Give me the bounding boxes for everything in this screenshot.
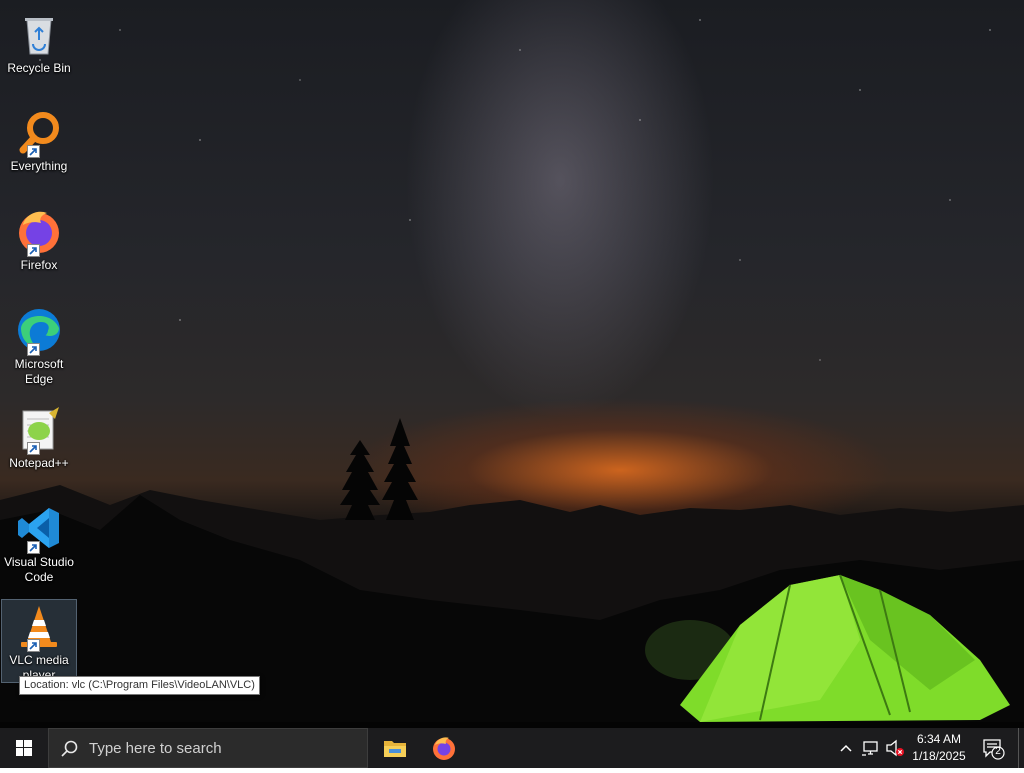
notification-count-badge: 2 (995, 746, 1001, 757)
search-placeholder: Type here to search (89, 740, 222, 757)
network-icon (862, 741, 878, 756)
desktop-icon-visual-studio-code[interactable]: Visual Studio Code (2, 498, 76, 585)
wallpaper-landscape (0, 418, 1024, 728)
taskbar: Type here to search 6:34 AM 1/18/2025 2 (0, 728, 1024, 768)
shortcut-arrow-icon (27, 145, 40, 158)
taskbar-search-box[interactable]: Type here to search (48, 728, 368, 768)
desktop-icon-vlc-media-player[interactable]: VLC media player (1, 599, 77, 683)
desktop-icon-notepad-plus-plus[interactable]: Notepad++ (2, 399, 76, 471)
desktop-icon-label: Recycle Bin (7, 61, 71, 75)
desktop-icon-label: Microsoft Edge (14, 357, 64, 386)
firefox-icon (15, 207, 63, 257)
notification-icon (983, 739, 1005, 760)
taskbar-file-explorer[interactable] (371, 728, 419, 768)
show-hidden-icons-button[interactable] (836, 728, 856, 768)
desktop-icon-recycle-bin[interactable]: Recycle Bin (2, 4, 76, 76)
network-status-button[interactable] (860, 728, 882, 768)
action-center-button[interactable]: 2 (978, 728, 1008, 768)
shortcut-arrow-icon (27, 639, 40, 652)
desktop-icon-label: Everything (10, 159, 68, 173)
recycle-bin-icon (15, 10, 63, 58)
desktop-icon-microsoft-edge[interactable]: Microsoft Edge (2, 300, 76, 387)
everything-search-icon (15, 108, 63, 158)
chevron-up-icon (840, 744, 852, 752)
start-button[interactable] (0, 728, 48, 768)
desktop-icon-firefox[interactable]: Firefox (2, 201, 76, 273)
shortcut-arrow-icon (27, 442, 40, 455)
windows-logo-icon (16, 740, 32, 756)
volume-muted-icon (886, 739, 904, 757)
vlc-icon (15, 602, 63, 652)
desktop-icon-label: Notepad++ (9, 456, 69, 470)
shortcut-arrow-icon (27, 343, 40, 356)
firefox-icon (433, 737, 455, 760)
system-clock[interactable]: 6:34 AM 1/18/2025 (906, 731, 972, 765)
tooltip: Location: vlc (C:\Program Files\VideoLAN… (19, 676, 260, 695)
desktop[interactable]: Recycle Bin Everything Firefox Microsoft… (0, 0, 1024, 728)
shortcut-arrow-icon (27, 244, 40, 257)
desktop-icon-everything[interactable]: Everything (2, 102, 76, 174)
edge-icon (15, 306, 63, 356)
desktop-icon-label: Visual Studio Code (4, 555, 74, 584)
desktop-icon-label: Firefox (20, 258, 58, 272)
clock-time: 6:34 AM (916, 732, 962, 746)
clock-date: 1/18/2025 (912, 749, 966, 763)
shortcut-arrow-icon (27, 541, 40, 554)
notepad-plus-plus-icon (15, 405, 63, 455)
file-explorer-icon (384, 741, 406, 757)
search-icon (61, 740, 78, 757)
volume-button[interactable] (884, 728, 906, 768)
vscode-icon (15, 504, 63, 554)
show-desktop-button[interactable] (1018, 728, 1024, 768)
taskbar-firefox[interactable] (420, 728, 468, 768)
